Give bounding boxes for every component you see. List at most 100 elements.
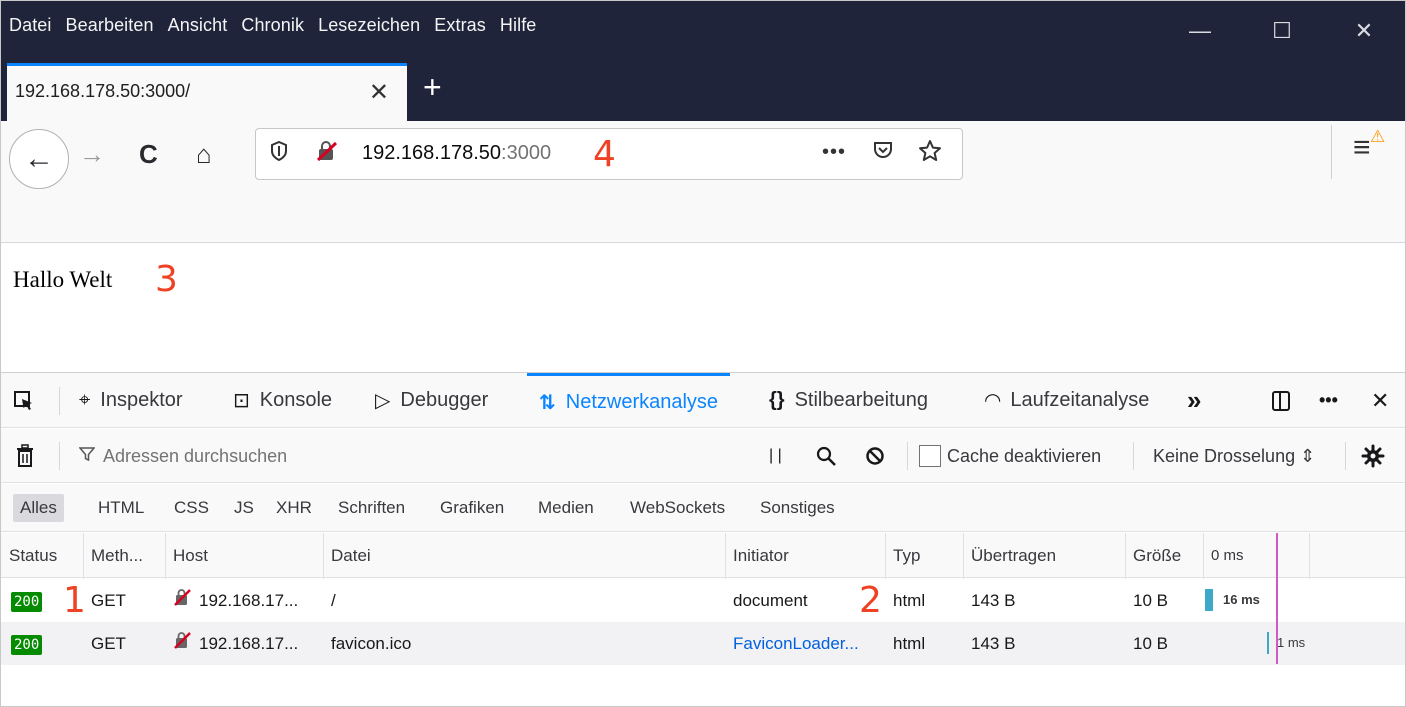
reload-button[interactable]: C [139, 139, 158, 169]
table-row[interactable]: 200 1 GET 192.168.17... / document 2 htm… [1, 579, 1405, 622]
minimize-button[interactable]: — [1159, 1, 1241, 61]
performance-icon: ◠ [985, 390, 1001, 412]
menu-chronik[interactable]: Chronik [241, 15, 304, 36]
menu-lesezeichen[interactable]: Lesezeichen [318, 15, 420, 36]
column-status[interactable]: Status [1, 533, 57, 578]
menu-datei[interactable]: Datei [9, 15, 52, 36]
insecure-lock-icon [173, 632, 193, 653]
forward-button[interactable]: → [79, 139, 105, 169]
toolbar-separator [1331, 125, 1332, 179]
settings-gear-icon[interactable] [1361, 429, 1385, 483]
search-icon[interactable] [815, 429, 837, 483]
filter-alles[interactable]: Alles [13, 494, 64, 522]
menu-extras[interactable]: Extras [434, 15, 486, 36]
dock-toggle-icon[interactable] [1269, 373, 1293, 428]
tab-inspektor[interactable]: ⌖ Inspektor [79, 373, 183, 428]
filter-html[interactable]: HTML [91, 494, 151, 522]
tab-close-icon[interactable]: ✕ [369, 78, 389, 107]
filter-medien[interactable]: Medien [531, 494, 601, 522]
devtools-separator [59, 387, 60, 415]
new-tab-button[interactable]: + [423, 67, 442, 107]
page-actions-more-icon[interactable]: ••• [822, 141, 846, 164]
initiator-link[interactable]: FaviconLoader... [725, 622, 859, 665]
filter-funnel-icon [78, 446, 96, 467]
disable-cache-label: Cache deaktivieren [947, 445, 1102, 466]
home-button[interactable]: ⌂ [196, 139, 212, 169]
checkbox-box[interactable] [919, 445, 941, 467]
url-text[interactable]: 192.168.178.50:3000 [362, 142, 551, 165]
table-row[interactable]: 200 GET 192.168.17... favicon.ico Favico… [1, 622, 1405, 665]
tab-konsole[interactable]: ⊡ Konsole [233, 373, 332, 428]
insecure-lock-icon[interactable] [316, 140, 338, 168]
column-file[interactable]: Datei [323, 533, 371, 578]
column-host[interactable]: Host [165, 533, 208, 578]
filter-js[interactable]: JS [227, 494, 261, 522]
shield-icon[interactable] [270, 140, 288, 167]
inspector-icon: ⌖ [79, 389, 91, 411]
network-icon: ⇅ [539, 391, 556, 414]
devtools-tab-bar: ⌖ Inspektor ⊡ Konsole ▷ Debugger ⇅ Netzwerka… [1, 372, 1405, 428]
network-toolbar: Adressen durchsuchen | | Cache deaktivie… [1, 429, 1405, 483]
load-event-marker [1276, 533, 1278, 664]
filter-grafiken[interactable]: Grafiken [433, 494, 511, 522]
column-waterfall[interactable]: 0 ms [1203, 533, 1244, 578]
column-type[interactable]: Typ [885, 533, 920, 578]
devtools-overflow-icon[interactable]: ••• [1319, 373, 1338, 428]
arrow-left-icon: ← [24, 142, 54, 175]
waterfall-bar [1267, 632, 1269, 654]
filter-urls-input[interactable]: Adressen durchsuchen [78, 429, 287, 483]
toolbar-separator [907, 442, 908, 470]
throttling-select[interactable]: Keine Drosselung ⇕ [1153, 429, 1315, 483]
column-method[interactable]: Meth... [83, 533, 143, 578]
browser-tab[interactable]: 192.168.178.50:3000/ ✕ [7, 63, 407, 121]
menu-hilfe[interactable]: Hilfe [500, 15, 537, 36]
back-button[interactable]: ← [9, 129, 69, 189]
bookmark-star-icon[interactable] [918, 139, 942, 170]
filter-sonstiges[interactable]: Sonstiges [753, 494, 842, 522]
devtools-close-icon[interactable]: ✕ [1371, 373, 1389, 428]
annotation-2: 2 [859, 580, 882, 621]
column-initiator[interactable]: Initiator [725, 533, 789, 578]
disable-cache-checkbox[interactable]: Cache deaktivieren [919, 429, 1101, 483]
maximize-button[interactable]: ☐ [1241, 1, 1323, 61]
filter-schriften[interactable]: Schriften [331, 494, 412, 522]
title-bar: Datei Bearbeiten Ansicht Chronik Lesezei… [1, 1, 1405, 121]
method-cell: GET [91, 634, 126, 653]
close-window-button[interactable]: ✕ [1323, 1, 1405, 61]
waterfall-label: 1 ms [1277, 635, 1306, 650]
tab-stilbearbeitung[interactable]: {} Stilbearbeitung [769, 373, 928, 428]
menu-bar: Datei Bearbeiten Ansicht Chronik Lesezei… [1, 1, 550, 55]
column-size[interactable]: Größe [1125, 533, 1181, 578]
tab-inspektor-label: Inspektor [100, 389, 183, 411]
filter-websockets[interactable]: WebSockets [623, 494, 732, 522]
host-text: 192.168.17... [199, 634, 299, 653]
tab-stilbearbeitung-label: Stilbearbeitung [794, 389, 929, 411]
menu-ansicht[interactable]: Ansicht [168, 15, 228, 36]
block-requests-icon[interactable] [865, 429, 885, 483]
pause-button[interactable]: | | [769, 429, 782, 483]
more-tabs-chevron-icon[interactable]: » [1187, 373, 1201, 428]
tab-laufzeitanalyse[interactable]: ◠ Laufzeitanalyse [985, 373, 1149, 428]
filter-css[interactable]: CSS [167, 494, 216, 522]
host-text: 192.168.17... [199, 591, 299, 610]
tab-debugger[interactable]: ▷ Debugger [375, 373, 488, 428]
menu-bearbeiten[interactable]: Bearbeiten [66, 15, 154, 36]
method-cell: GET [91, 591, 126, 610]
column-transferred[interactable]: Übertragen [963, 533, 1056, 578]
status-badge: 200 [11, 634, 43, 655]
url-port: :3000 [501, 142, 552, 164]
initiator-cell: document [733, 591, 808, 610]
browser-window: Datei Bearbeiten Ansicht Chronik Lesezei… [0, 0, 1406, 707]
clear-trash-icon[interactable] [15, 429, 35, 483]
requests-table-header: Status Meth... Host Datei Initiator Typ … [1, 533, 1405, 578]
filter-xhr[interactable]: XHR [269, 494, 319, 522]
tab-netzwerkanalyse[interactable]: ⇅ Netzwerkanalyse [527, 373, 731, 428]
hamburger-menu-icon[interactable]: ≡ [1353, 133, 1371, 163]
file-cell: favicon.ico [331, 634, 412, 653]
tab-konsole-label: Konsole [259, 389, 333, 411]
element-picker-button[interactable] [13, 373, 35, 428]
size-cell: 10 B [1133, 634, 1168, 653]
pocket-icon[interactable] [872, 139, 894, 167]
type-cell: html [893, 634, 926, 653]
navigation-toolbar: ← → C ⌂ 192.168.178.50:3000 ••• 4 ≡ ⚠ [1, 121, 1405, 243]
